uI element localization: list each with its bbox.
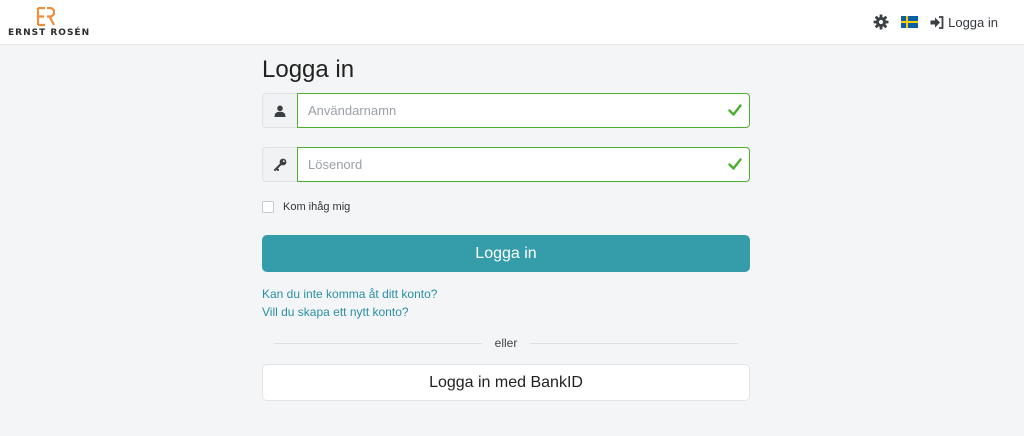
- sign-in-icon: [930, 15, 944, 29]
- login-submit-button[interactable]: Logga in: [262, 235, 750, 272]
- top-navbar: ERNST ROSÉN Logga in: [0, 0, 1024, 45]
- logo-mark-icon: [37, 7, 55, 26]
- username-valid-check-icon: [728, 104, 742, 116]
- bankid-login-button[interactable]: Logga in med BankID: [262, 364, 750, 401]
- brand-name: ERNST ROSÉN: [8, 28, 91, 38]
- gear-icon[interactable]: [873, 14, 889, 30]
- create-account-link[interactable]: Vill du skapa ett nytt konto?: [262, 305, 409, 319]
- header-login-link[interactable]: Logga in: [930, 15, 998, 30]
- header-login-label: Logga in: [948, 14, 998, 30]
- password-valid-check-icon: [728, 158, 742, 170]
- remember-me: Kom ihåg mig: [262, 201, 350, 213]
- user-icon: [262, 93, 297, 128]
- divider-line-right: [530, 343, 738, 344]
- header-actions: Logga in: [873, 12, 998, 32]
- remember-me-checkbox[interactable]: [262, 201, 274, 213]
- brand-logo[interactable]: ERNST ROSÉN: [8, 7, 92, 39]
- or-divider: eller: [274, 336, 738, 350]
- key-icon: [262, 147, 297, 182]
- forgot-account-link[interactable]: Kan du inte komma åt ditt konto?: [262, 287, 437, 301]
- password-group: [262, 147, 750, 182]
- login-panel: Logga in Kom ihåg mig Logga in: [262, 55, 750, 401]
- password-input[interactable]: [297, 147, 750, 182]
- page-title: Logga in: [262, 56, 355, 83]
- remember-me-label[interactable]: Kom ihåg mig: [283, 201, 350, 213]
- swedish-flag-icon[interactable]: [901, 16, 919, 28]
- username-input[interactable]: [297, 93, 750, 128]
- username-group: [262, 93, 750, 128]
